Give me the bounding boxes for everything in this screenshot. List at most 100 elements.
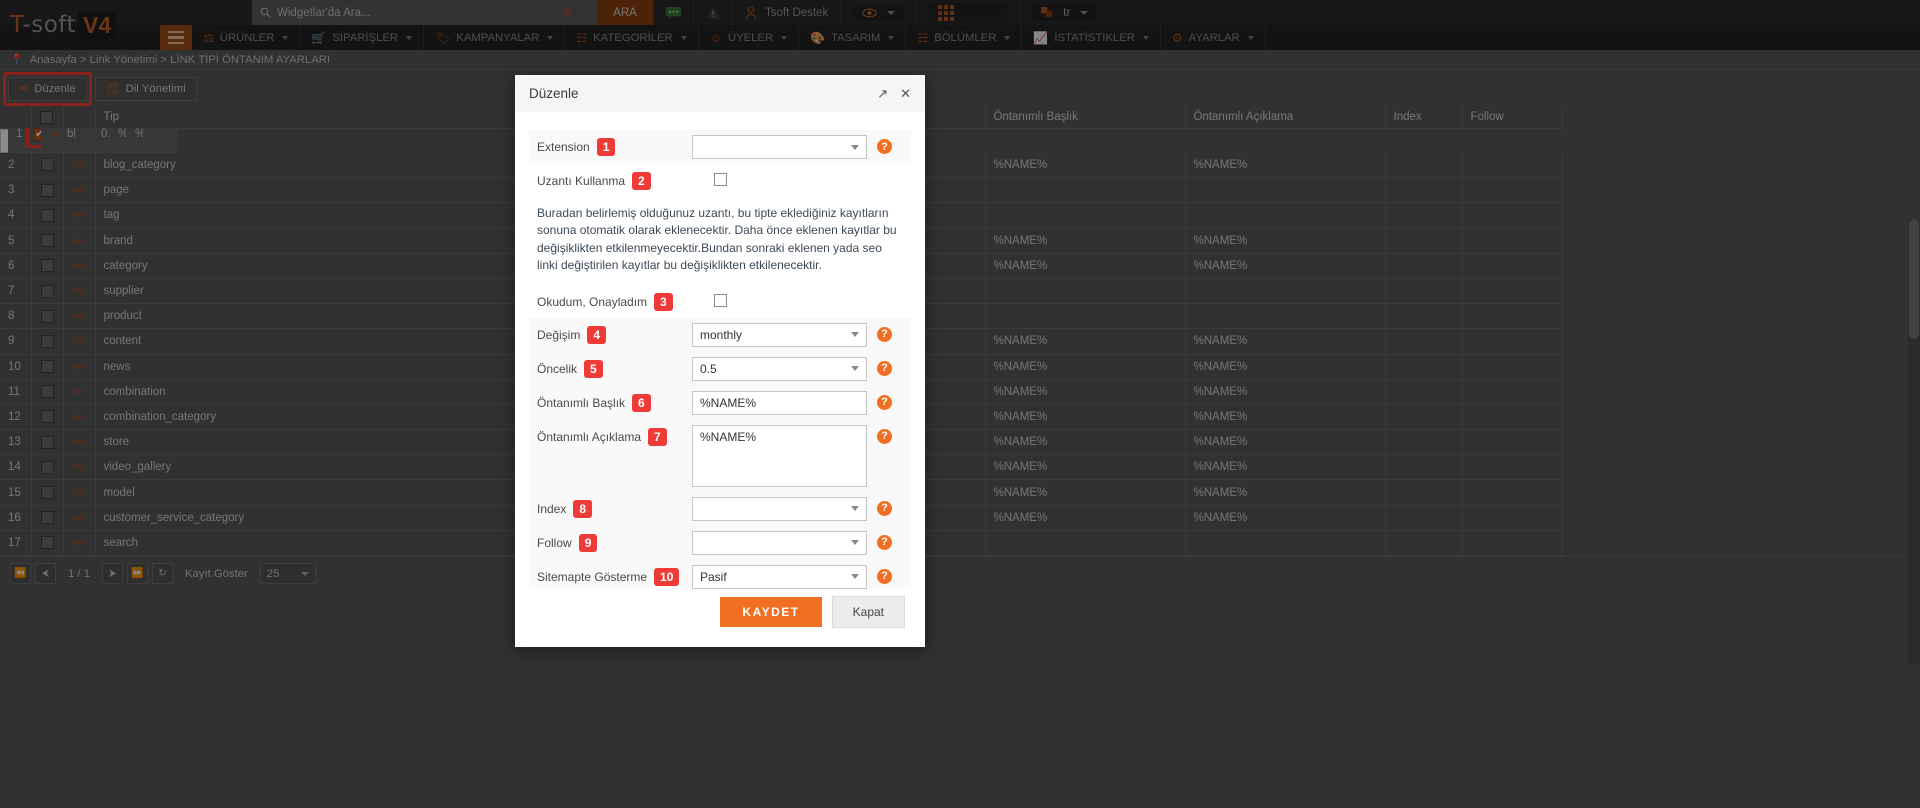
- field-select[interactable]: [692, 135, 867, 159]
- nav-item-uyeler[interactable]: ☺ ÜYELER: [699, 25, 800, 50]
- row-checkbox-cell[interactable]: [31, 454, 64, 481]
- row-edit-cell[interactable]: ✏: [63, 278, 96, 305]
- expand-icon[interactable]: ↗: [877, 86, 888, 102]
- row-checkbox-cell[interactable]: [31, 530, 64, 557]
- row-checkbox-cell[interactable]: [31, 202, 64, 229]
- field-select[interactable]: monthly: [692, 322, 867, 347]
- row-checkbox[interactable]: [40, 259, 54, 273]
- row-edit-cell[interactable]: ✏: [63, 152, 96, 179]
- search-input[interactable]: Widgetlar'da Ara...: [252, 0, 537, 25]
- language-management-button[interactable]: 🗒 Dil Yönetimi: [94, 76, 197, 101]
- nav-item-bolumler[interactable]: ☵ BÖLÜMLER: [906, 25, 1023, 50]
- pencil-icon[interactable]: ✏: [74, 435, 84, 449]
- row-checkbox[interactable]: [40, 234, 54, 248]
- row-edit-cell[interactable]: ✏: [63, 505, 96, 531]
- question-mark-icon[interactable]: ?: [877, 360, 892, 376]
- th-ontanimli-baslik[interactable]: Öntanımlı Başlık: [985, 107, 1186, 129]
- warning-button[interactable]: [693, 0, 732, 25]
- question-mark-icon[interactable]: ?: [877, 428, 892, 444]
- pencil-icon[interactable]: ✏: [74, 385, 84, 399]
- row-checkbox-cell[interactable]: [25, 127, 42, 154]
- first-page-icon[interactable]: ⏪: [10, 563, 31, 584]
- row-checkbox-cell[interactable]: [31, 354, 64, 380]
- pencil-icon[interactable]: ✏: [74, 486, 84, 500]
- nav-item-istatistikler[interactable]: 📈 İSTATİSTİKLER: [1022, 25, 1161, 50]
- pencil-icon[interactable]: ✏: [74, 511, 84, 525]
- th-tip[interactable]: Tip: [95, 107, 576, 129]
- row-checkbox-cell[interactable]: [31, 404, 64, 431]
- select-all-checkbox[interactable]: [39, 110, 53, 124]
- page-size-select[interactable]: 25: [259, 563, 316, 584]
- row-edit-cell[interactable]: ✏: [63, 328, 96, 355]
- pencil-icon[interactable]: ✏: [74, 334, 84, 348]
- row-checkbox[interactable]: [40, 309, 54, 323]
- search-button[interactable]: ARA: [597, 0, 653, 25]
- question-mark-icon[interactable]: ?: [877, 139, 892, 154]
- row-edit-cell[interactable]: ✏: [63, 379, 96, 405]
- row-edit-cell[interactable]: ✏: [42, 127, 59, 154]
- pencil-icon[interactable]: ✏: [74, 536, 84, 550]
- close-icon[interactable]: ✕: [900, 86, 911, 102]
- row-checkbox-cell[interactable]: [31, 253, 64, 279]
- row-checkbox[interactable]: [40, 158, 54, 172]
- vertical-scrollbar[interactable]: [1908, 219, 1920, 664]
- pencil-icon[interactable]: ✏: [50, 128, 58, 142]
- hamburger-menu-icon[interactable]: [160, 25, 192, 50]
- row-checkbox-cell[interactable]: [31, 429, 64, 456]
- row-checkbox[interactable]: [40, 208, 54, 222]
- pencil-icon[interactable]: ✏: [74, 183, 84, 197]
- row-checkbox[interactable]: [40, 334, 54, 348]
- table-row[interactable]: 1✏blog0.5%NAME%%NAME%: [0, 127, 178, 154]
- row-checkbox-cell[interactable]: [31, 328, 64, 355]
- th-ontanimli-aciklama[interactable]: Öntanımlı Açıklama: [1185, 107, 1386, 129]
- last-page-icon[interactable]: ⏩: [126, 563, 148, 584]
- pencil-icon[interactable]: ✏: [74, 208, 84, 222]
- row-edit-cell[interactable]: ✏: [63, 202, 96, 229]
- edit-button[interactable]: ✏ Düzenle: [8, 76, 87, 101]
- row-checkbox[interactable]: [40, 410, 54, 424]
- row-edit-cell[interactable]: ✏: [63, 228, 96, 254]
- field-checkbox[interactable]: [714, 293, 727, 307]
- question-mark-icon[interactable]: ?: [877, 394, 892, 410]
- row-checkbox-cell[interactable]: [31, 303, 64, 330]
- save-button[interactable]: KAYDET: [720, 597, 822, 627]
- row-checkbox-cell[interactable]: [31, 379, 64, 405]
- row-checkbox[interactable]: [40, 536, 54, 550]
- field-textarea[interactable]: %NAME%: [692, 424, 867, 487]
- field-select[interactable]: 0.5: [692, 356, 867, 381]
- th-index[interactable]: Index: [1385, 107, 1463, 129]
- language-menu[interactable]: tr: [1019, 0, 1109, 25]
- row-checkbox[interactable]: [40, 486, 54, 500]
- row-edit-cell[interactable]: ✏: [63, 530, 96, 557]
- row-edit-cell[interactable]: ✏: [63, 303, 96, 330]
- refresh-icon[interactable]: ↻: [151, 563, 173, 584]
- user-menu[interactable]: Tsoft Destek: [732, 0, 840, 25]
- row-checkbox[interactable]: [40, 435, 54, 449]
- field-select[interactable]: [692, 496, 867, 521]
- pencil-icon[interactable]: ✏: [74, 158, 84, 172]
- row-checkbox-cell[interactable]: [31, 177, 64, 204]
- scrollbar-thumb[interactable]: [1909, 219, 1919, 339]
- pencil-icon[interactable]: ✏: [74, 234, 84, 248]
- question-mark-icon[interactable]: ?: [877, 326, 892, 342]
- nav-item-ayarlar[interactable]: ⚙ AYARLAR: [1161, 25, 1266, 50]
- nav-item-siparisler[interactable]: 🛒 SİPARİŞLER: [300, 25, 425, 50]
- pencil-icon[interactable]: ✏: [74, 460, 84, 474]
- field-checkbox[interactable]: [714, 173, 727, 186]
- field-text[interactable]: %NAME%: [692, 390, 867, 415]
- prev-page-icon[interactable]: ⮜: [35, 563, 56, 584]
- row-checkbox-cell[interactable]: [31, 228, 64, 254]
- question-mark-icon[interactable]: ?: [877, 568, 892, 584]
- row-edit-cell[interactable]: ✏: [63, 429, 96, 456]
- apps-menu[interactable]: [916, 0, 1019, 25]
- preview-menu[interactable]: [840, 0, 916, 25]
- chat-button[interactable]: [653, 0, 693, 25]
- th-follow[interactable]: Follow: [1462, 107, 1563, 129]
- row-edit-cell[interactable]: ✏: [63, 253, 96, 279]
- pencil-icon[interactable]: ✏: [74, 410, 84, 424]
- nav-item-urunler[interactable]: ⚖ ÜRÜNLER: [192, 25, 301, 50]
- next-page-icon[interactable]: ⮞: [101, 563, 123, 584]
- row-edit-cell[interactable]: ✏: [63, 404, 96, 431]
- nav-item-kategoriler[interactable]: ☷ KATEGORİLER: [565, 25, 699, 50]
- row-edit-cell[interactable]: ✏: [63, 454, 96, 481]
